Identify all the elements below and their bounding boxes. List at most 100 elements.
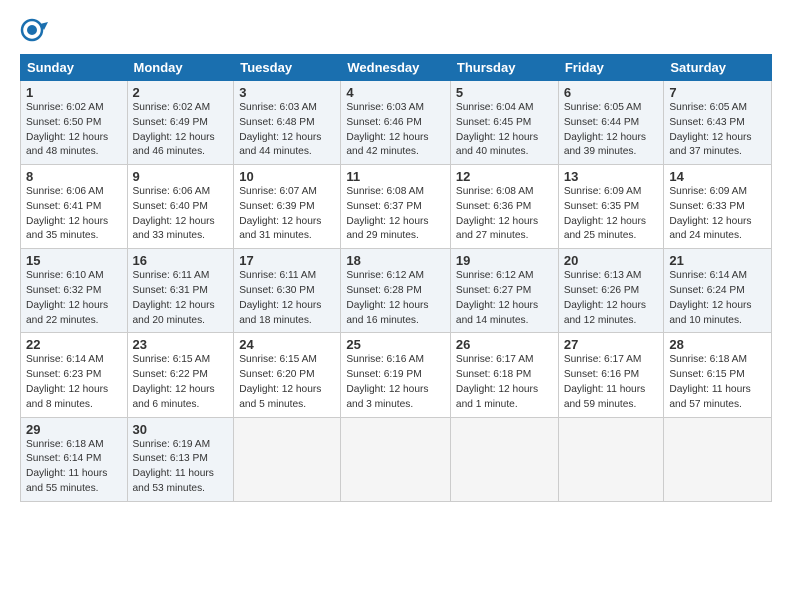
weekday-header-saturday: Saturday xyxy=(664,55,772,81)
day-number: 13 xyxy=(564,169,659,184)
calendar-table: SundayMondayTuesdayWednesdayThursdayFrid… xyxy=(20,54,772,502)
calendar-day-cell: 22Sunrise: 6:14 AM Sunset: 6:23 PM Dayli… xyxy=(21,333,128,417)
day-number: 23 xyxy=(133,337,229,352)
calendar-day-cell: 10Sunrise: 6:07 AM Sunset: 6:39 PM Dayli… xyxy=(234,165,341,249)
day-number: 3 xyxy=(239,85,335,100)
day-number: 20 xyxy=(564,253,659,268)
weekday-header-sunday: Sunday xyxy=(21,55,128,81)
day-info: Sunrise: 6:02 AM Sunset: 6:50 PM Dayligh… xyxy=(26,101,122,160)
calendar-day-cell: 23Sunrise: 6:15 AM Sunset: 6:22 PM Dayli… xyxy=(127,333,234,417)
calendar-day-cell: 30Sunrise: 6:19 AM Sunset: 6:13 PM Dayli… xyxy=(127,417,234,501)
day-info: Sunrise: 6:15 AM Sunset: 6:22 PM Dayligh… xyxy=(133,353,229,412)
weekday-header-friday: Friday xyxy=(558,55,664,81)
calendar-day-cell: 7Sunrise: 6:05 AM Sunset: 6:43 PM Daylig… xyxy=(664,81,772,165)
calendar-day-cell: 9Sunrise: 6:06 AM Sunset: 6:40 PM Daylig… xyxy=(127,165,234,249)
day-info: Sunrise: 6:05 AM Sunset: 6:44 PM Dayligh… xyxy=(564,101,659,160)
calendar-week-row: 1Sunrise: 6:02 AM Sunset: 6:50 PM Daylig… xyxy=(21,81,772,165)
day-number: 2 xyxy=(133,85,229,100)
day-number: 5 xyxy=(456,85,553,100)
day-info: Sunrise: 6:13 AM Sunset: 6:26 PM Dayligh… xyxy=(564,269,659,328)
day-info: Sunrise: 6:16 AM Sunset: 6:19 PM Dayligh… xyxy=(346,353,445,412)
day-number: 30 xyxy=(133,422,229,437)
day-number: 6 xyxy=(564,85,659,100)
day-number: 15 xyxy=(26,253,122,268)
calendar-day-cell: 11Sunrise: 6:08 AM Sunset: 6:37 PM Dayli… xyxy=(341,165,451,249)
calendar-day-cell: 15Sunrise: 6:10 AM Sunset: 6:32 PM Dayli… xyxy=(21,249,128,333)
day-info: Sunrise: 6:05 AM Sunset: 6:43 PM Dayligh… xyxy=(669,101,766,160)
day-number: 1 xyxy=(26,85,122,100)
day-info: Sunrise: 6:17 AM Sunset: 6:18 PM Dayligh… xyxy=(456,353,553,412)
calendar-day-cell: 6Sunrise: 6:05 AM Sunset: 6:44 PM Daylig… xyxy=(558,81,664,165)
calendar-day-cell: 28Sunrise: 6:18 AM Sunset: 6:15 PM Dayli… xyxy=(664,333,772,417)
day-info: Sunrise: 6:03 AM Sunset: 6:46 PM Dayligh… xyxy=(346,101,445,160)
day-info: Sunrise: 6:08 AM Sunset: 6:37 PM Dayligh… xyxy=(346,185,445,244)
day-number: 11 xyxy=(346,169,445,184)
calendar-week-row: 8Sunrise: 6:06 AM Sunset: 6:41 PM Daylig… xyxy=(21,165,772,249)
day-info: Sunrise: 6:19 AM Sunset: 6:13 PM Dayligh… xyxy=(133,438,229,497)
day-info: Sunrise: 6:12 AM Sunset: 6:28 PM Dayligh… xyxy=(346,269,445,328)
day-number: 27 xyxy=(564,337,659,352)
day-number: 25 xyxy=(346,337,445,352)
calendar-day-cell: 8Sunrise: 6:06 AM Sunset: 6:41 PM Daylig… xyxy=(21,165,128,249)
weekday-header-wednesday: Wednesday xyxy=(341,55,451,81)
day-number: 9 xyxy=(133,169,229,184)
calendar-day-cell: 25Sunrise: 6:16 AM Sunset: 6:19 PM Dayli… xyxy=(341,333,451,417)
day-info: Sunrise: 6:09 AM Sunset: 6:35 PM Dayligh… xyxy=(564,185,659,244)
weekday-header-tuesday: Tuesday xyxy=(234,55,341,81)
calendar-day-cell: 14Sunrise: 6:09 AM Sunset: 6:33 PM Dayli… xyxy=(664,165,772,249)
day-number: 19 xyxy=(456,253,553,268)
calendar-day-cell: 26Sunrise: 6:17 AM Sunset: 6:18 PM Dayli… xyxy=(450,333,558,417)
calendar-day-cell: 20Sunrise: 6:13 AM Sunset: 6:26 PM Dayli… xyxy=(558,249,664,333)
day-number: 16 xyxy=(133,253,229,268)
day-number: 22 xyxy=(26,337,122,352)
day-info: Sunrise: 6:09 AM Sunset: 6:33 PM Dayligh… xyxy=(669,185,766,244)
calendar-day-cell xyxy=(558,417,664,501)
day-number: 18 xyxy=(346,253,445,268)
day-number: 8 xyxy=(26,169,122,184)
calendar-day-cell: 21Sunrise: 6:14 AM Sunset: 6:24 PM Dayli… xyxy=(664,249,772,333)
calendar-day-cell: 18Sunrise: 6:12 AM Sunset: 6:28 PM Dayli… xyxy=(341,249,451,333)
day-info: Sunrise: 6:08 AM Sunset: 6:36 PM Dayligh… xyxy=(456,185,553,244)
day-info: Sunrise: 6:15 AM Sunset: 6:20 PM Dayligh… xyxy=(239,353,335,412)
day-number: 7 xyxy=(669,85,766,100)
day-number: 4 xyxy=(346,85,445,100)
calendar-day-cell: 1Sunrise: 6:02 AM Sunset: 6:50 PM Daylig… xyxy=(21,81,128,165)
calendar-day-cell: 13Sunrise: 6:09 AM Sunset: 6:35 PM Dayli… xyxy=(558,165,664,249)
weekday-header-monday: Monday xyxy=(127,55,234,81)
day-info: Sunrise: 6:02 AM Sunset: 6:49 PM Dayligh… xyxy=(133,101,229,160)
calendar-day-cell: 17Sunrise: 6:11 AM Sunset: 6:30 PM Dayli… xyxy=(234,249,341,333)
calendar-day-cell: 2Sunrise: 6:02 AM Sunset: 6:49 PM Daylig… xyxy=(127,81,234,165)
calendar-day-cell: 29Sunrise: 6:18 AM Sunset: 6:14 PM Dayli… xyxy=(21,417,128,501)
day-number: 10 xyxy=(239,169,335,184)
calendar-day-cell xyxy=(450,417,558,501)
calendar-day-cell xyxy=(664,417,772,501)
calendar-day-cell: 19Sunrise: 6:12 AM Sunset: 6:27 PM Dayli… xyxy=(450,249,558,333)
day-info: Sunrise: 6:11 AM Sunset: 6:31 PM Dayligh… xyxy=(133,269,229,328)
calendar-day-cell: 4Sunrise: 6:03 AM Sunset: 6:46 PM Daylig… xyxy=(341,81,451,165)
day-info: Sunrise: 6:11 AM Sunset: 6:30 PM Dayligh… xyxy=(239,269,335,328)
calendar-day-cell: 27Sunrise: 6:17 AM Sunset: 6:16 PM Dayli… xyxy=(558,333,664,417)
logo xyxy=(20,16,52,44)
calendar-week-row: 22Sunrise: 6:14 AM Sunset: 6:23 PM Dayli… xyxy=(21,333,772,417)
calendar-day-cell: 12Sunrise: 6:08 AM Sunset: 6:36 PM Dayli… xyxy=(450,165,558,249)
day-number: 26 xyxy=(456,337,553,352)
day-info: Sunrise: 6:04 AM Sunset: 6:45 PM Dayligh… xyxy=(456,101,553,160)
day-number: 17 xyxy=(239,253,335,268)
day-info: Sunrise: 6:06 AM Sunset: 6:41 PM Dayligh… xyxy=(26,185,122,244)
day-number: 29 xyxy=(26,422,122,437)
day-info: Sunrise: 6:18 AM Sunset: 6:14 PM Dayligh… xyxy=(26,438,122,497)
day-number: 14 xyxy=(669,169,766,184)
page: SundayMondayTuesdayWednesdayThursdayFrid… xyxy=(0,0,792,612)
day-number: 12 xyxy=(456,169,553,184)
day-info: Sunrise: 6:18 AM Sunset: 6:15 PM Dayligh… xyxy=(669,353,766,412)
weekday-header-thursday: Thursday xyxy=(450,55,558,81)
weekday-header-row: SundayMondayTuesdayWednesdayThursdayFrid… xyxy=(21,55,772,81)
day-number: 28 xyxy=(669,337,766,352)
calendar-week-row: 15Sunrise: 6:10 AM Sunset: 6:32 PM Dayli… xyxy=(21,249,772,333)
header xyxy=(20,16,772,44)
day-info: Sunrise: 6:17 AM Sunset: 6:16 PM Dayligh… xyxy=(564,353,659,412)
day-info: Sunrise: 6:14 AM Sunset: 6:24 PM Dayligh… xyxy=(669,269,766,328)
day-info: Sunrise: 6:03 AM Sunset: 6:48 PM Dayligh… xyxy=(239,101,335,160)
calendar-day-cell: 5Sunrise: 6:04 AM Sunset: 6:45 PM Daylig… xyxy=(450,81,558,165)
calendar-day-cell: 16Sunrise: 6:11 AM Sunset: 6:31 PM Dayli… xyxy=(127,249,234,333)
